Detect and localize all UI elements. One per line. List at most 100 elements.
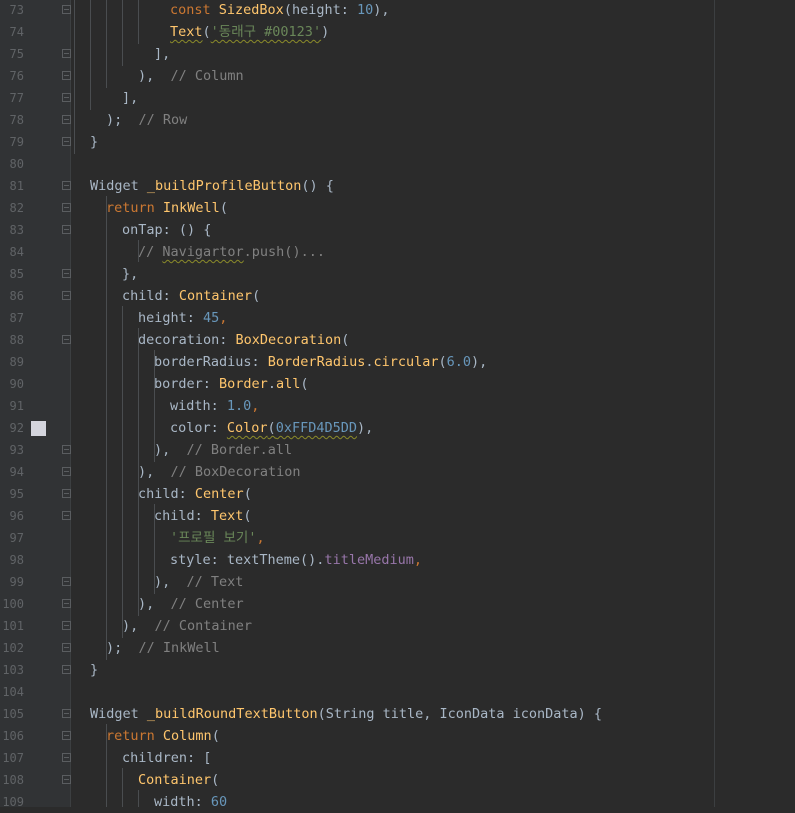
fold-marker-icon[interactable] bbox=[62, 115, 71, 124]
line-number: 104 bbox=[2, 685, 24, 699]
code-token: (String title, IconData iconData) { bbox=[317, 706, 603, 722]
fold-marker-icon[interactable] bbox=[62, 269, 71, 278]
fold-marker-icon[interactable] bbox=[62, 511, 71, 520]
color-preview-swatch[interactable] bbox=[31, 421, 46, 436]
code-token: Container bbox=[178, 288, 253, 304]
code-token: _buildRoundTextButton bbox=[146, 706, 318, 722]
code-line[interactable]: 91 width: 1.0, bbox=[0, 395, 795, 417]
code-line[interactable]: 97 '프로필 보기', bbox=[0, 527, 795, 549]
code-text: Container( bbox=[138, 769, 219, 791]
code-line[interactable]: 90 border: Border.all( bbox=[0, 373, 795, 395]
code-line[interactable]: 100), // Center bbox=[0, 593, 795, 615]
code-token: ( bbox=[243, 486, 252, 502]
fold-marker-icon[interactable] bbox=[62, 137, 71, 146]
code-line[interactable]: 84 // Navigartor.push()... bbox=[0, 241, 795, 263]
code-line[interactable]: 107 children: [ bbox=[0, 747, 795, 769]
code-token: '프로필 보기' bbox=[170, 530, 257, 546]
code-token: const bbox=[170, 2, 219, 18]
code-token: '동래구 #00123' bbox=[210, 24, 322, 40]
code-line[interactable]: 80 bbox=[0, 153, 795, 175]
code-token: Widget bbox=[90, 178, 147, 194]
line-number: 94 bbox=[9, 465, 24, 479]
code-line[interactable]: 86 child: Container( bbox=[0, 285, 795, 307]
code-token: all bbox=[275, 376, 301, 392]
code-text: }, bbox=[122, 263, 138, 285]
code-line[interactable]: 78); // Row bbox=[0, 109, 795, 131]
code-line[interactable]: 79} bbox=[0, 131, 795, 153]
code-line[interactable]: 73 const SizedBox(height: 10), bbox=[0, 0, 795, 21]
line-number: 106 bbox=[2, 729, 24, 743]
fold-marker-icon[interactable] bbox=[62, 489, 71, 498]
code-token: // BoxDecoration bbox=[170, 464, 301, 480]
code-line[interactable]: 106 return Column( bbox=[0, 725, 795, 747]
code-line[interactable]: 108 Container( bbox=[0, 769, 795, 791]
code-token: width: bbox=[154, 794, 211, 810]
fold-marker-icon[interactable] bbox=[62, 709, 71, 718]
fold-marker-icon[interactable] bbox=[62, 467, 71, 476]
fold-marker-icon[interactable] bbox=[62, 643, 71, 652]
code-line[interactable]: 92 color: Color(0xFFD4D5DD), bbox=[0, 417, 795, 439]
fold-marker-icon[interactable] bbox=[62, 621, 71, 630]
fold-marker-icon[interactable] bbox=[62, 775, 71, 784]
code-token: decoration: bbox=[138, 332, 236, 348]
code-text: borderRadius: BorderRadius.circular(6.0)… bbox=[154, 351, 487, 373]
code-line[interactable]: 104 bbox=[0, 681, 795, 703]
line-number: 89 bbox=[9, 355, 24, 369]
code-text: width: 60 bbox=[154, 791, 227, 813]
code-line[interactable]: 101), // Container bbox=[0, 615, 795, 637]
code-line[interactable]: 81 Widget _buildProfileButton() { bbox=[0, 175, 795, 197]
code-token: 60 bbox=[210, 794, 228, 810]
code-line[interactable]: 93), // Border.all bbox=[0, 439, 795, 461]
code-line[interactable]: 99), // Text bbox=[0, 571, 795, 593]
fold-marker-icon[interactable] bbox=[62, 49, 71, 58]
code-token: borderRadius: bbox=[154, 354, 268, 370]
code-line[interactable]: 77], bbox=[0, 87, 795, 109]
indent-guide bbox=[90, 0, 91, 110]
code-line[interactable]: 85}, bbox=[0, 263, 795, 285]
fold-marker-icon[interactable] bbox=[62, 753, 71, 762]
fold-marker-icon[interactable] bbox=[62, 335, 71, 344]
code-line[interactable]: 89 borderRadius: BorderRadius.circular(6.… bbox=[0, 351, 795, 373]
code-text: decoration: BoxDecoration( bbox=[138, 329, 349, 351]
code-token: // bbox=[138, 244, 163, 260]
code-text: onTap: () { bbox=[122, 219, 211, 241]
code-line[interactable]: 83 onTap: () { bbox=[0, 219, 795, 241]
code-token: child: bbox=[138, 486, 195, 502]
fold-marker-icon[interactable] bbox=[62, 577, 71, 586]
line-number: 85 bbox=[9, 267, 24, 281]
code-token: }, bbox=[122, 266, 139, 282]
code-line[interactable]: 74 Text('동래구 #00123') bbox=[0, 21, 795, 43]
fold-marker-icon[interactable] bbox=[62, 203, 71, 212]
code-line[interactable]: 82 return InkWell( bbox=[0, 197, 795, 219]
code-line[interactable]: 88 decoration: BoxDecoration( bbox=[0, 329, 795, 351]
code-line[interactable]: 95 child: Center( bbox=[0, 483, 795, 505]
code-token: // Border.all bbox=[186, 442, 293, 458]
code-line[interactable]: 98 style: textTheme().titleMedium, bbox=[0, 549, 795, 571]
fold-marker-icon[interactable] bbox=[62, 599, 71, 608]
code-line[interactable]: 102); // InkWell bbox=[0, 637, 795, 659]
fold-marker-icon[interactable] bbox=[62, 225, 71, 234]
fold-marker-icon[interactable] bbox=[62, 5, 71, 14]
line-number: 84 bbox=[9, 245, 24, 259]
fold-marker-icon[interactable] bbox=[62, 93, 71, 102]
code-text: ), // BoxDecoration bbox=[138, 461, 301, 483]
code-line[interactable]: 109 width: 60 bbox=[0, 791, 795, 813]
fold-marker-icon[interactable] bbox=[62, 181, 71, 190]
code-text: } bbox=[90, 659, 98, 681]
fold-marker-icon[interactable] bbox=[62, 731, 71, 740]
code-line[interactable]: 94 ), // BoxDecoration bbox=[0, 461, 795, 483]
indent-guide bbox=[122, 0, 123, 66]
indent-guide bbox=[138, 328, 139, 616]
code-token: _buildProfileButton bbox=[146, 178, 302, 194]
code-line[interactable]: 96 child: Text( bbox=[0, 505, 795, 527]
code-line[interactable]: 75], bbox=[0, 43, 795, 65]
code-line[interactable]: 76), // Column bbox=[0, 65, 795, 87]
fold-marker-icon[interactable] bbox=[62, 445, 71, 454]
code-line[interactable]: 87 height: 45, bbox=[0, 307, 795, 329]
code-line[interactable]: 105 Widget _buildRoundTextButton(String t… bbox=[0, 703, 795, 725]
code-line[interactable]: 103} bbox=[0, 659, 795, 681]
fold-marker-icon[interactable] bbox=[62, 291, 71, 300]
fold-marker-icon[interactable] bbox=[62, 71, 71, 80]
fold-marker-icon[interactable] bbox=[62, 665, 71, 674]
line-number: 109 bbox=[2, 795, 24, 809]
